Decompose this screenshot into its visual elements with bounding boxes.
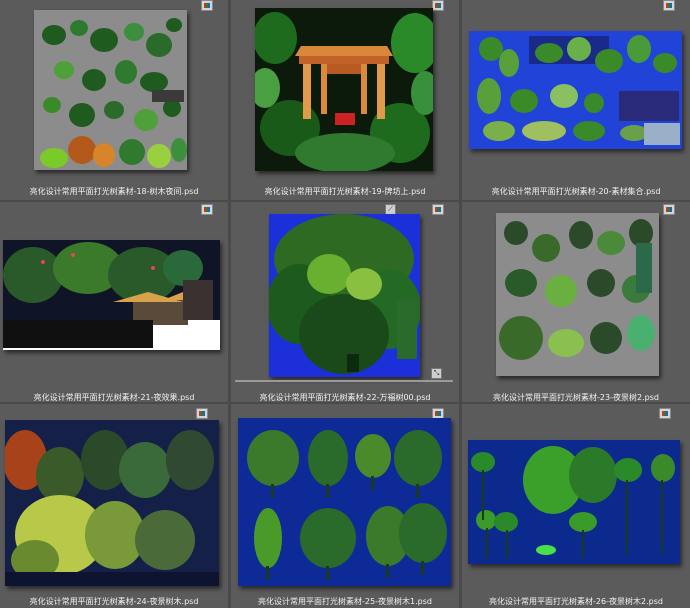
photoshop-file-icon: [663, 0, 675, 11]
file-tile-21[interactable]: 亮化设计常用平面打光树素材-21-夜效果.psd: [0, 202, 228, 402]
archway-night-preview: [255, 8, 433, 171]
file-thumbnail[interactable]: [3, 240, 220, 350]
file-name[interactable]: 亮化设计常用平面打光树素材-21-夜效果.psd: [0, 392, 228, 403]
file-tile-23[interactable]: 亮化设计常用平面打光树素材-23-夜景树2.psd: [462, 202, 690, 402]
file-thumbnail[interactable]: [468, 440, 680, 564]
night-trees-preview: [5, 420, 219, 586]
file-tile-26[interactable]: 亮化设计常用平面打光树素材-26-夜景树木2.psd: [462, 404, 690, 608]
file-tile-19[interactable]: 亮化设计常用平面打光树素材-19-牌坊上.psd: [231, 0, 459, 200]
file-name[interactable]: 亮化设计常用平面打光树素材-23-夜景树2.psd: [462, 392, 690, 403]
file-tile-20[interactable]: 亮化设计常用平面打光树素材-20-素材集合.psd: [462, 0, 690, 200]
file-name[interactable]: 亮化设计常用平面打光树素材-24-夜景树木.psd: [0, 596, 228, 607]
night-effect-preview: [3, 240, 220, 350]
photoshop-file-icon: [201, 204, 213, 215]
file-name[interactable]: 亮化设计常用平面打光树素材-20-素材集合.psd: [462, 186, 690, 197]
photoshop-file-icon: [201, 0, 213, 11]
file-name[interactable]: 亮化设计常用平面打光树素材-18-树木夜间.psd: [0, 186, 228, 197]
file-thumbnail[interactable]: [269, 214, 420, 377]
file-tile-24[interactable]: 亮化设计常用平面打光树素材-24-夜景树木.psd: [0, 404, 228, 608]
asset-collection-preview: [469, 31, 682, 149]
file-tile-18[interactable]: 亮化设计常用平面打光树素材-18-树木夜间.psd: [0, 0, 228, 200]
file-thumbnail[interactable]: [496, 213, 659, 376]
night-tree-1-preview: [238, 418, 451, 586]
file-tile-22[interactable]: ⟋ ⤡ 亮化设计常用平面打光树素材-22-万福树00.psd: [231, 202, 459, 402]
wanfu-tree-preview: [269, 214, 420, 377]
thumbnail-slider-track[interactable]: [235, 380, 453, 382]
file-name[interactable]: 亮化设计常用平面打光树素材-19-牌坊上.psd: [231, 186, 459, 197]
file-name[interactable]: 亮化设计常用平面打光树素材-26-夜景树木2.psd: [462, 596, 690, 607]
photoshop-file-icon: [659, 408, 671, 419]
photoshop-file-icon: [432, 204, 444, 215]
night-tree-2-palms-preview: [468, 440, 680, 564]
tree-collection-preview: [40, 18, 187, 168]
file-thumbnail[interactable]: [255, 8, 433, 171]
file-name[interactable]: 亮化设计常用平面打光树素材-22-万福树00.psd: [231, 392, 459, 403]
photoshop-file-icon: [196, 408, 208, 419]
thumbnail-grid: 亮化设计常用平面打光树素材-18-树木夜间.psd 亮化设计常用平面打光树素材-…: [0, 0, 690, 608]
file-name[interactable]: 亮化设计常用平面打光树素材-25-夜景树木1.psd: [231, 596, 459, 607]
photoshop-file-icon: [432, 0, 444, 11]
file-tile-25[interactable]: 亮化设计常用平面打光树素材-25-夜景树木1.psd: [231, 404, 459, 608]
night-tree-2-preview: [496, 213, 659, 376]
file-thumbnail[interactable]: [469, 31, 682, 149]
photoshop-file-icon: [663, 204, 675, 215]
resize-icon[interactable]: ⤡: [431, 368, 442, 379]
file-thumbnail[interactable]: [5, 420, 219, 586]
file-thumbnail[interactable]: [34, 10, 187, 170]
file-thumbnail[interactable]: [238, 418, 451, 586]
